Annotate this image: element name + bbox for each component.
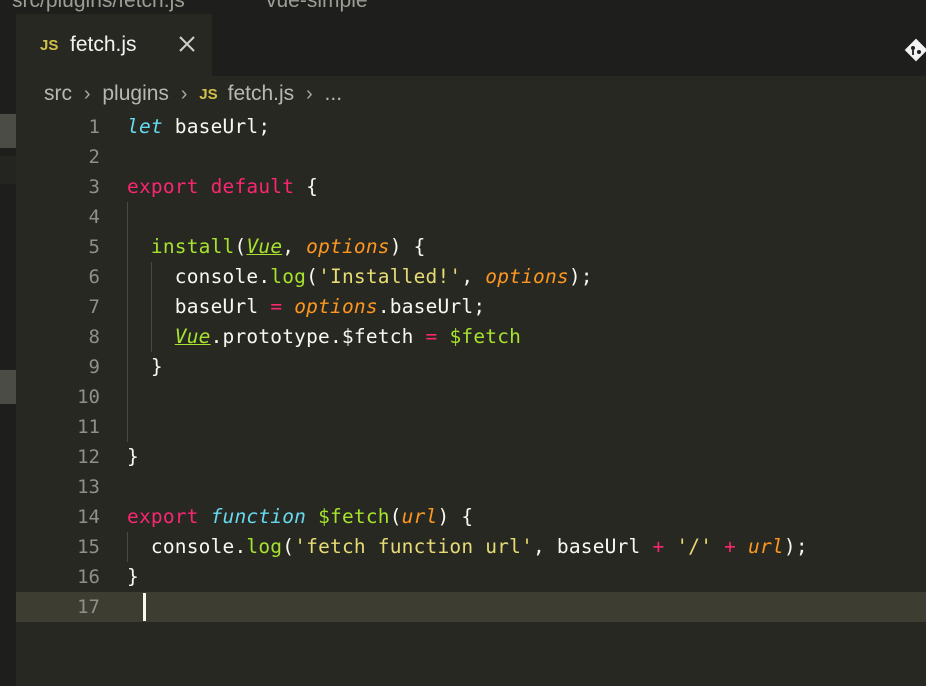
line-number: 14 xyxy=(77,506,100,528)
function-token: log xyxy=(246,535,283,558)
code-editor[interactable]: 1 let baseUrl; 2 3 export default { 4 5 … xyxy=(16,112,926,686)
param-token: options xyxy=(306,235,390,258)
code-line: 10 xyxy=(16,382,926,412)
code-token: } xyxy=(150,355,163,378)
param-token: options xyxy=(485,265,569,288)
function-token: log xyxy=(270,265,307,288)
text-cursor xyxy=(143,593,146,621)
breadcrumb-item-file[interactable]: fetch.js xyxy=(228,82,295,106)
keyword-token: export xyxy=(127,175,199,198)
code-token: console. xyxy=(174,265,271,288)
line-number: 2 xyxy=(88,146,100,168)
code-line: 15 console.log('fetch function url', bas… xyxy=(16,532,926,562)
line-number: 10 xyxy=(77,386,100,408)
line-number: 5 xyxy=(88,236,100,258)
line-number: 16 xyxy=(77,566,100,588)
chevron-right-icon: › xyxy=(306,82,313,105)
line-number: 7 xyxy=(88,296,100,318)
code-token: .prototype.$fetch xyxy=(210,325,414,348)
line-number: 11 xyxy=(77,416,100,438)
keyword-token: let xyxy=(127,115,163,138)
code-token: } xyxy=(127,445,139,468)
tab-fetch-js[interactable]: JS fetch.js xyxy=(16,14,212,76)
line-number: 8 xyxy=(88,326,100,348)
line-number: 3 xyxy=(88,176,100,198)
window-title-project: vue-simple xyxy=(266,0,368,12)
window-title-path: src/plugins/fetch.js xyxy=(12,0,185,12)
code-line: 16 } xyxy=(16,562,926,592)
code-line: 1 let baseUrl; xyxy=(16,112,926,142)
code-line: 2 xyxy=(16,142,926,172)
breadcrumb: src › plugins › JS fetch.js › ... xyxy=(44,82,342,110)
code-token: baseUrl xyxy=(556,535,641,558)
code-token: baseUrl; xyxy=(162,115,271,138)
current-line: 17 xyxy=(16,592,926,622)
code-line: 7 baseUrl = options.baseUrl; xyxy=(16,292,926,322)
code-line: 12 } xyxy=(16,442,926,472)
breadcrumb-item-plugins[interactable]: plugins xyxy=(102,82,169,106)
function-token: $fetch xyxy=(449,325,522,348)
function-token: $fetch xyxy=(318,505,390,528)
scroll-marker xyxy=(0,114,16,148)
operator-token: + xyxy=(652,535,665,558)
scroll-marker xyxy=(0,156,16,184)
git-compare-icon[interactable] xyxy=(904,38,926,62)
keyword-token: export xyxy=(127,505,199,528)
javascript-file-icon: JS xyxy=(199,85,218,103)
code-line: 14 export function $fetch(url) { xyxy=(16,502,926,532)
tab-bar: JS fetch.js xyxy=(16,14,926,76)
class-token: Vue xyxy=(174,325,211,348)
activity-strip xyxy=(0,14,16,686)
param-token: url xyxy=(748,535,784,558)
breadcrumb-item-more[interactable]: ... xyxy=(325,82,343,106)
chevron-right-icon: › xyxy=(83,82,91,105)
line-number: 9 xyxy=(88,356,100,378)
string-token: 'fetch function url' xyxy=(294,535,534,558)
string-token: '/' xyxy=(676,535,713,558)
operator-token: + xyxy=(724,535,737,558)
code-token: } xyxy=(127,565,139,588)
function-token: install xyxy=(150,235,235,258)
breadcrumb-item-src[interactable]: src xyxy=(44,82,72,106)
line-number: 4 xyxy=(88,206,100,228)
javascript-file-icon: JS xyxy=(40,37,59,54)
line-number: 12 xyxy=(77,446,100,468)
code-line: 8 Vue.prototype.$fetch = $fetch xyxy=(16,322,926,352)
chevron-right-icon: › xyxy=(180,82,188,105)
line-number: 13 xyxy=(77,476,100,498)
keyword-token: function xyxy=(210,505,307,528)
line-number: 15 xyxy=(77,536,100,558)
code-token: { xyxy=(294,175,319,198)
operator-token: = xyxy=(270,295,283,318)
line-number: 6 xyxy=(88,266,100,288)
string-token: 'Installed!' xyxy=(318,265,462,288)
code-line: 6 console.log('Installed!', options); xyxy=(16,262,926,292)
code-line: 11 xyxy=(16,412,926,442)
code-line: 9 } xyxy=(16,352,926,382)
code-line: 3 export default { xyxy=(16,172,926,202)
code-line: 5 install(Vue, options) { xyxy=(16,232,926,262)
class-token: Vue xyxy=(246,235,283,258)
close-icon[interactable] xyxy=(176,33,198,55)
operator-token: = xyxy=(425,325,438,348)
code-token: .baseUrl; xyxy=(377,295,486,318)
param-token: options xyxy=(294,295,378,318)
keyword-token: default xyxy=(210,175,295,198)
code-token: baseUrl xyxy=(174,295,259,318)
tab-label: fetch.js xyxy=(70,33,137,56)
line-number: 1 xyxy=(88,116,100,138)
code-token: console. xyxy=(150,535,247,558)
code-line: 13 xyxy=(16,472,926,502)
scroll-marker xyxy=(0,370,16,404)
line-number: 17 xyxy=(77,596,100,618)
param-token: url xyxy=(401,505,438,528)
window-titlebar: src/plugins/fetch.js vue-simple xyxy=(0,0,926,14)
code-line: 4 xyxy=(16,202,926,232)
